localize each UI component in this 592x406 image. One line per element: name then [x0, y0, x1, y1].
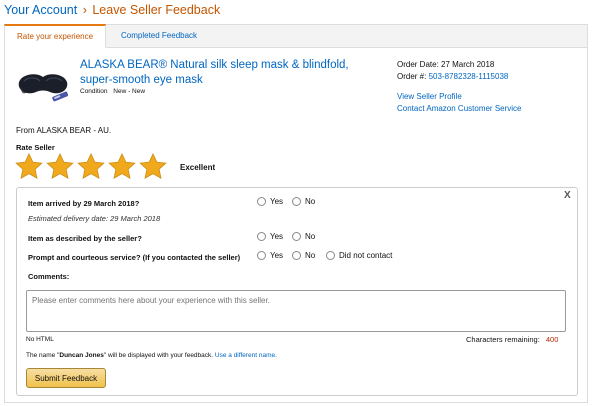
order-number: Order #: 503-8782328-1115038 — [397, 72, 508, 81]
tab-completed-feedback[interactable]: Completed Feedback — [109, 24, 209, 48]
described-yes-option[interactable]: Yes — [257, 232, 283, 241]
close-icon[interactable]: X — [564, 190, 571, 201]
tab-bar: Rate your experience Completed Feedback — [4, 24, 588, 48]
breadcrumb: Your Account › Leave Seller Feedback — [4, 3, 220, 17]
star-rating — [14, 152, 168, 182]
option-label: No — [305, 251, 316, 260]
radio-button[interactable] — [257, 232, 266, 241]
service-no-option[interactable]: No — [292, 251, 315, 260]
contact-customer-service-link[interactable]: Contact Amazon Customer Service — [397, 104, 522, 113]
rating-text: Excellent — [180, 163, 216, 172]
display-name-note: The name "Duncan Jones" will be displaye… — [26, 352, 277, 359]
characters-remaining-count: 400 — [545, 335, 559, 344]
order-date: Order Date: 27 March 2018 — [397, 60, 495, 69]
use-different-name-link[interactable]: Use a different name. — [215, 352, 277, 359]
arrived-no-option[interactable]: No — [292, 197, 315, 206]
question-described: Item as described by the seller? — [28, 234, 142, 243]
view-seller-profile-link[interactable]: View Seller Profile — [397, 92, 462, 101]
question-arrived: Item arrived by 29 March 2018? — [28, 199, 140, 208]
described-no-option[interactable]: No — [292, 232, 315, 241]
comments-label: Comments: — [28, 272, 70, 281]
option-label: Did not contact — [339, 251, 393, 260]
star-icon-1[interactable] — [14, 152, 44, 182]
comments-textarea[interactable] — [26, 290, 566, 332]
star-icon-4[interactable] — [107, 152, 137, 182]
product-title[interactable]: ALASKA BEAR® Natural silk sleep mask & b… — [80, 58, 380, 88]
star-icon-2[interactable] — [45, 152, 75, 182]
radio-button[interactable] — [292, 251, 301, 260]
breadcrumb-current: Leave Seller Feedback — [92, 3, 221, 17]
display-name: Duncan Jones — [59, 352, 104, 359]
service-did-not-contact-option[interactable]: Did not contact — [326, 251, 392, 260]
star-icon-5[interactable] — [138, 152, 168, 182]
condition-value: New - New — [113, 88, 146, 95]
service-yes-option[interactable]: Yes — [257, 251, 283, 260]
no-html-note: No HTML — [26, 336, 54, 343]
product-condition: Condition New - New — [80, 88, 145, 95]
seller-from: From ALASKA BEAR - AU. — [16, 126, 112, 135]
arrived-yes-option[interactable]: Yes — [257, 197, 283, 206]
breadcrumb-your-account[interactable]: Your Account — [4, 3, 77, 17]
option-label: Yes — [270, 232, 284, 241]
condition-label: Condition — [80, 88, 108, 95]
radio-button[interactable] — [292, 232, 301, 241]
order-number-link[interactable]: 503-8782328-1115038 — [429, 72, 509, 81]
star-icon-3[interactable] — [76, 152, 106, 182]
option-label: Yes — [270, 197, 284, 206]
characters-remaining: Characters remaining: 400 — [466, 335, 558, 344]
option-label: No — [305, 232, 316, 241]
tab-rate-your-experience[interactable]: Rate your experience — [4, 24, 107, 48]
sleep-mask-image[interactable] — [16, 68, 70, 106]
rate-seller-label: Rate Seller — [16, 143, 55, 152]
radio-button[interactable] — [292, 197, 301, 206]
estimated-delivery: Estimated delivery date: 29 March 2018 — [28, 214, 161, 223]
order-number-label: Order #: — [397, 72, 427, 81]
option-label: No — [305, 197, 316, 206]
radio-button[interactable] — [257, 251, 266, 260]
option-label: Yes — [270, 251, 284, 260]
breadcrumb-separator: › — [82, 3, 87, 17]
radio-button[interactable] — [326, 251, 335, 260]
name-note-suffix: " will be displayed with your feedback. — [103, 352, 214, 359]
characters-remaining-label: Characters remaining: — [466, 335, 540, 344]
name-note-prefix: The name " — [26, 352, 60, 359]
question-service: Prompt and courteous service? (If you co… — [28, 253, 241, 262]
submit-feedback-button[interactable]: Submit Feedback — [26, 368, 106, 388]
radio-button[interactable] — [257, 197, 266, 206]
